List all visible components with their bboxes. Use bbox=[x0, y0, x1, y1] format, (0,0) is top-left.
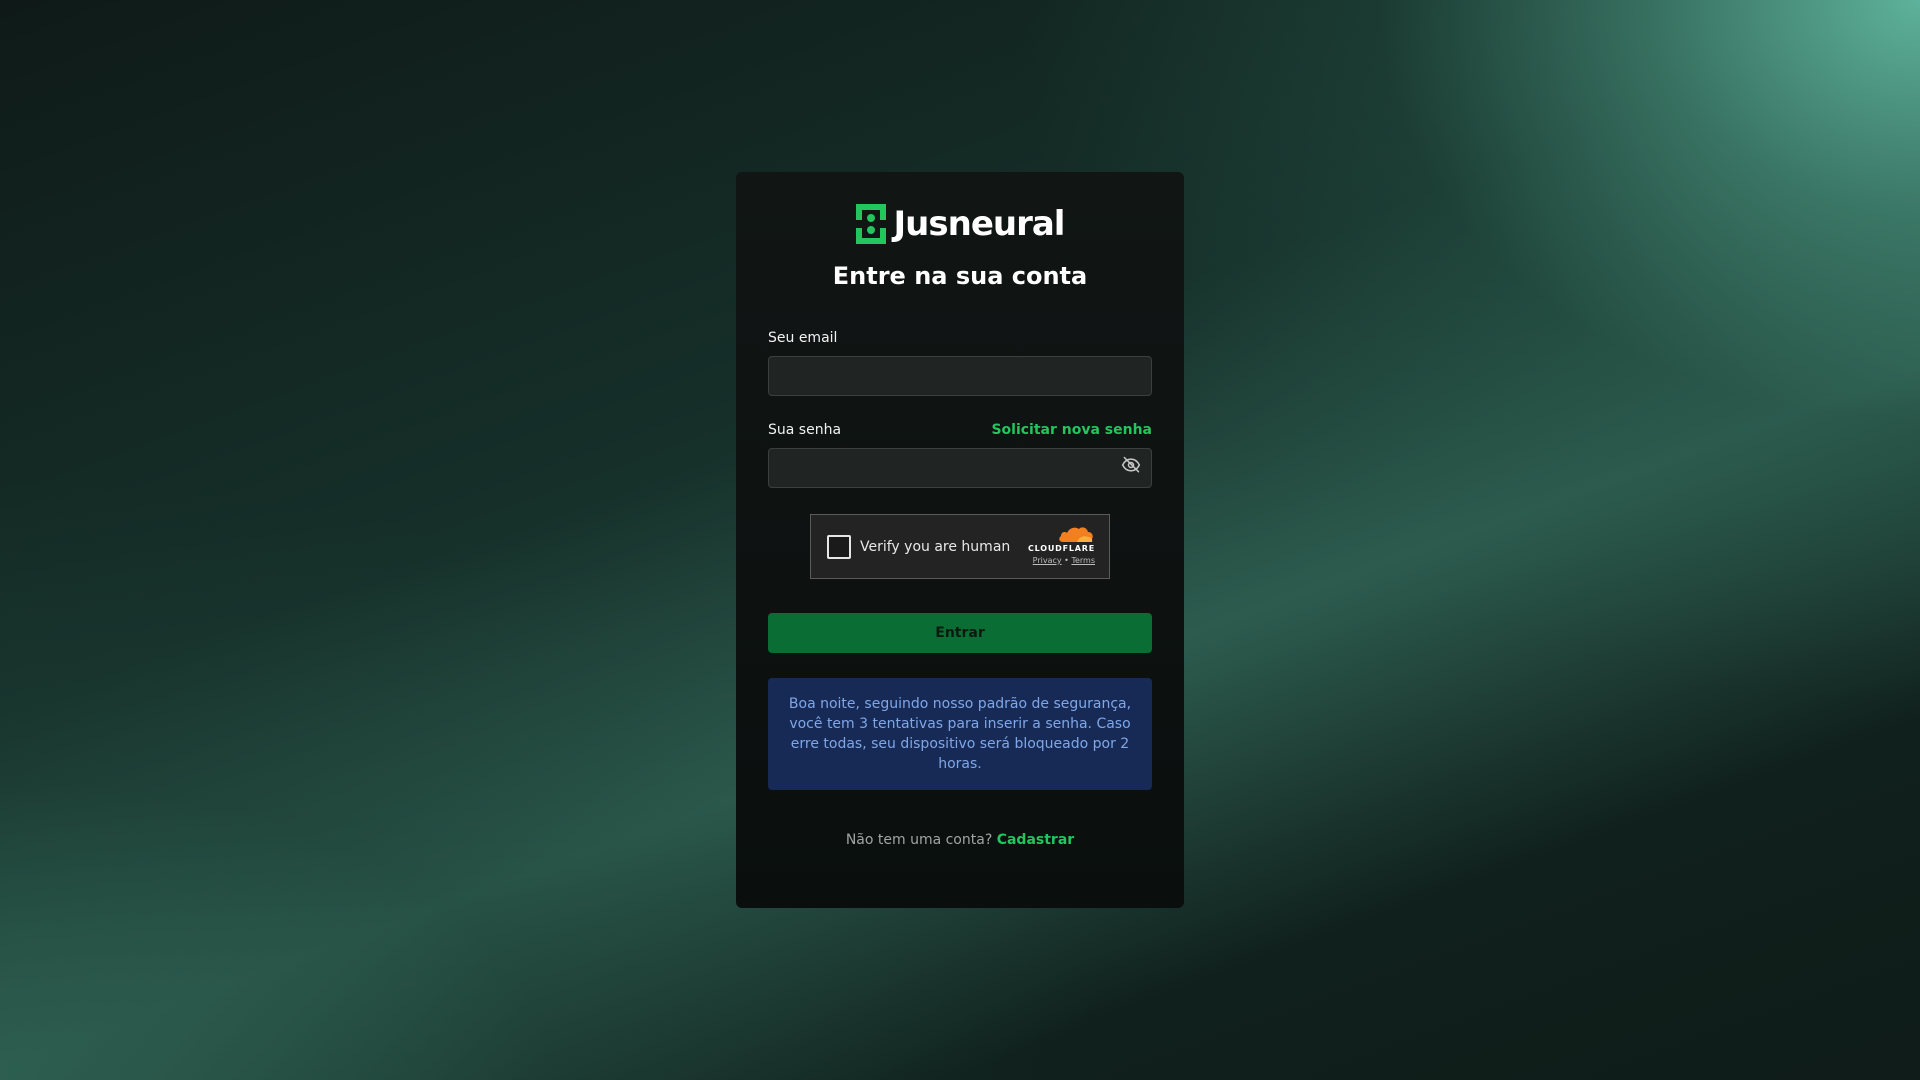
jusneural-logo-icon bbox=[855, 204, 886, 244]
cloudflare-brand: CLOUDFLARE Privacy • Terms bbox=[1028, 525, 1095, 565]
password-field[interactable] bbox=[768, 448, 1152, 488]
page-title: Entre na sua conta bbox=[832, 262, 1088, 290]
submit-button[interactable]: Entrar bbox=[768, 613, 1152, 653]
captcha-widget: Verify you are human CLOUDFLARE Privacy … bbox=[810, 514, 1110, 579]
email-label: Seu email bbox=[768, 330, 838, 346]
privacy-link[interactable]: Privacy bbox=[1033, 556, 1062, 565]
signup-prompt: Não tem uma conta? Cadastrar bbox=[768, 832, 1152, 848]
captcha-links: Privacy • Terms bbox=[1033, 556, 1095, 565]
forgot-password-link[interactable]: Solicitar nova senha bbox=[991, 422, 1152, 438]
signup-text: Não tem uma conta? bbox=[845, 832, 993, 848]
signup-link[interactable]: Cadastrar bbox=[997, 832, 1074, 848]
email-field[interactable] bbox=[768, 356, 1152, 396]
login-card: Jusneural Entre na sua conta Seu email S… bbox=[736, 172, 1184, 908]
link-separator: • bbox=[1064, 556, 1069, 565]
password-group: Sua senha Solicitar nova senha bbox=[768, 422, 1152, 488]
cloudflare-cloud-icon bbox=[1059, 527, 1093, 542]
password-label: Sua senha bbox=[768, 422, 842, 438]
brand-name: Jusneural bbox=[893, 204, 1066, 244]
email-group: Seu email bbox=[768, 330, 1152, 396]
captcha-label: Verify you are human bbox=[860, 538, 1011, 555]
terms-link[interactable]: Terms bbox=[1071, 556, 1095, 565]
eye-off-icon[interactable] bbox=[1120, 454, 1142, 476]
brand-logo: Jusneural bbox=[768, 204, 1152, 244]
captcha-checkbox[interactable] bbox=[827, 534, 851, 559]
security-notice: Boa noite, seguindo nosso padrão de segu… bbox=[768, 678, 1152, 790]
cloudflare-wordmark: CLOUDFLARE bbox=[1028, 544, 1095, 553]
